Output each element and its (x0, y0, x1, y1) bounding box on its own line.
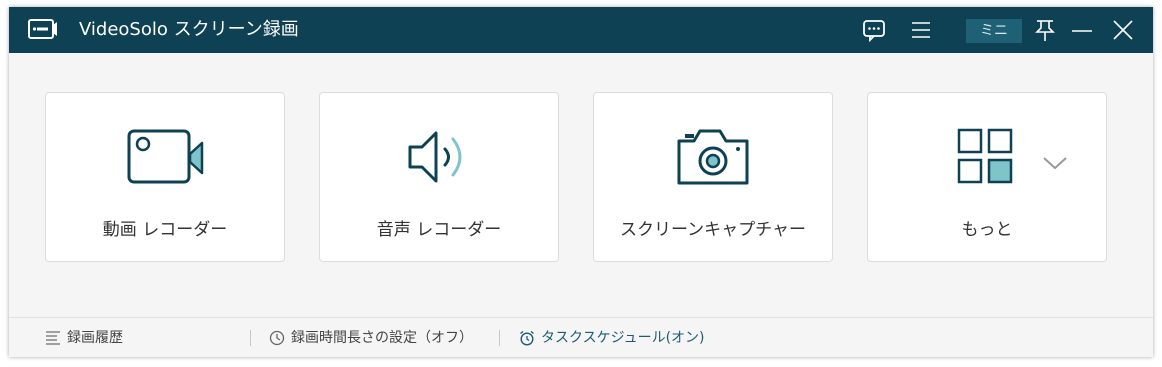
pin-icon[interactable] (1032, 18, 1058, 42)
minimize-icon[interactable] (1069, 18, 1095, 42)
more-label: もっと (961, 220, 1013, 240)
audio-recorder-label: 音声 レコーダー (376, 220, 502, 240)
feedback-icon[interactable] (861, 18, 887, 42)
clock-icon (269, 330, 285, 346)
screen-capture-card[interactable]: スクリーンキャプチャー (593, 92, 833, 262)
video-recorder-label: 動画 レコーダー (102, 220, 228, 240)
divider (250, 330, 251, 346)
speaker-icon (408, 131, 462, 183)
task-schedule-label: タスクスケジュール(オン) (541, 330, 705, 346)
grid-icon (957, 128, 1013, 184)
list-icon (46, 331, 60, 345)
chevron-down-icon[interactable] (1040, 153, 1070, 173)
app-window: VideoSolo スクリーン録画 ミニ 動画 レコーダー 音声 レコーダー ス… (9, 7, 1153, 357)
title-bar: VideoSolo スクリーン録画 ミニ (9, 7, 1153, 53)
alarm-clock-icon (520, 330, 534, 346)
more-card[interactable]: もっと (867, 92, 1107, 262)
divider (499, 330, 500, 346)
video-recorder-card[interactable]: 動画 レコーダー (45, 92, 285, 262)
status-bar: 録画履歴 録画時間長さの設定（オフ） タスクスケジュール(オン) (9, 317, 1153, 357)
recording-history-label: 録画履歴 (67, 330, 123, 346)
screen-capture-label: スクリーンキャプチャー (620, 220, 806, 240)
recording-duration-label: 録画時間長さの設定（オフ） (291, 330, 473, 346)
feature-cards: 動画 レコーダー 音声 レコーダー スクリーンキャプチャー もっと (9, 53, 1153, 317)
rec-logo-icon (28, 19, 57, 39)
audio-recorder-card[interactable]: 音声 レコーダー (319, 92, 559, 262)
video-camera-icon (127, 129, 204, 184)
close-icon[interactable] (1110, 18, 1136, 42)
mini-mode-button[interactable]: ミニ (966, 19, 1022, 43)
app-title: VideoSolo スクリーン録画 (79, 19, 299, 40)
menu-icon[interactable] (908, 18, 934, 42)
camera-icon (677, 129, 749, 185)
